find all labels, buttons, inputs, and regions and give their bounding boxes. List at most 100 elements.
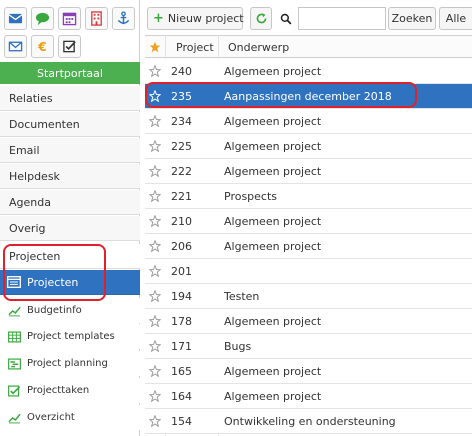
search-button[interactable]: Zoeken: [388, 7, 436, 30]
trend-icon: [8, 306, 21, 316]
cell-subject: Testen: [224, 289, 260, 303]
star-icon[interactable]: [149, 390, 161, 402]
table-row[interactable]: 154 Ontwikkeling en ondersteuning: [145, 409, 472, 434]
table-header: Project Onderwerp: [145, 35, 472, 58]
cell-project-number: 194: [171, 289, 192, 303]
nav-item-projecten-active[interactable]: Projecten: [0, 270, 140, 295]
cell-subject: Algemeen project: [224, 139, 322, 153]
cell-project-number: 234: [171, 114, 192, 128]
cell-project-number: 240: [171, 64, 192, 78]
table-row[interactable]: 171 Bugs: [145, 334, 472, 359]
table-row[interactable]: 210 Algemeen project: [145, 209, 472, 234]
star-icon[interactable]: [149, 265, 161, 277]
nav-item-email[interactable]: Email: [0, 138, 140, 163]
cell-project-number: 201: [171, 264, 192, 278]
sub-item-label: Overzicht: [27, 412, 75, 423]
sub-item-label: Budgetinfo: [27, 305, 82, 316]
cell-subject: Algemeen project: [224, 364, 322, 378]
cell-subject: Ontwikkeling en ondersteuning: [224, 414, 396, 428]
new-project-button[interactable]: + Nieuw project: [147, 7, 244, 30]
cell-project-number: 171: [171, 339, 192, 353]
search-icon: [276, 7, 296, 30]
cell-subject: Prospects: [224, 189, 278, 203]
sub-item-projecttaken[interactable]: Projecttaken: [0, 378, 140, 403]
table-row[interactable]: 240 Algemeen project: [145, 59, 472, 84]
cell-project-number: 165: [171, 364, 192, 378]
star-icon[interactable]: [149, 215, 161, 227]
nav-item-relaties[interactable]: Relaties: [0, 86, 140, 111]
refresh-button[interactable]: [250, 7, 272, 30]
cell-project-number: 206: [171, 239, 192, 253]
table-row[interactable]: 222 Algemeen project: [145, 159, 472, 184]
nav-item-agenda[interactable]: Agenda: [0, 190, 140, 215]
sub-item-label: Projecttaken: [27, 385, 90, 396]
cell-project-number: 210: [171, 214, 192, 228]
building-icon[interactable]: [85, 7, 108, 30]
star-icon[interactable]: [149, 365, 161, 377]
calendar-icon[interactable]: [58, 7, 81, 30]
star-icon[interactable]: [149, 165, 161, 177]
table-row[interactable]: 164 Algemeen project: [145, 384, 472, 409]
refresh-icon: [256, 13, 266, 24]
startportaal-button[interactable]: Startportaal: [0, 62, 140, 84]
star-icon[interactable]: [149, 240, 161, 252]
nav-section-projecten[interactable]: Projecten: [0, 244, 140, 269]
cell-subject: Aanpassingen december 2018: [224, 89, 392, 103]
cell-project-number: 225: [171, 139, 192, 153]
star-icon[interactable]: [149, 415, 161, 427]
sub-item-project-templates[interactable]: Project templates: [0, 324, 140, 349]
cell-project-number: 164: [171, 389, 192, 403]
sub-item-overzicht[interactable]: Overzicht: [0, 405, 140, 430]
mail-icon[interactable]: [4, 7, 27, 30]
sub-item-project-planning[interactable]: Project planning: [0, 351, 140, 376]
table-icon: [8, 330, 21, 343]
star-icon[interactable]: [149, 115, 161, 127]
all-button[interactable]: Alle: [439, 7, 472, 30]
table-row[interactable]: 201: [145, 259, 472, 284]
chat-icon[interactable]: [31, 7, 54, 30]
column-header-subject[interactable]: Onderwerp: [228, 36, 289, 58]
nav-item-helpdesk[interactable]: Helpdesk: [0, 164, 140, 189]
table-row[interactable]: 165 Algemeen project: [145, 359, 472, 384]
sidebar: € Startportaal Relaties Documenten Email…: [0, 0, 140, 436]
star-icon[interactable]: [149, 290, 161, 302]
favorite-column-icon[interactable]: [149, 36, 161, 58]
column-header-project[interactable]: Project: [176, 36, 214, 58]
cell-subject: Algemeen project: [224, 389, 322, 403]
cell-subject: Algemeen project: [224, 239, 322, 253]
euro-icon[interactable]: €: [31, 35, 54, 58]
table-row[interactable]: 194 Testen: [145, 284, 472, 309]
sub-item-label: Project planning: [27, 358, 108, 369]
envelope-icon[interactable]: [4, 35, 27, 58]
table-row[interactable]: 206 Algemeen project: [145, 234, 472, 259]
star-icon[interactable]: [149, 315, 161, 327]
cell-subject: Algemeen project: [224, 114, 322, 128]
nav-item-overig[interactable]: Overig: [0, 216, 140, 241]
sub-item-label: Project templates: [27, 331, 115, 342]
table-row[interactable]: 234 Algemeen project: [145, 109, 472, 134]
star-icon[interactable]: [149, 90, 161, 102]
table-row[interactable]: 225 Algemeen project: [145, 134, 472, 159]
sub-item-budgetinfo[interactable]: Budgetinfo: [0, 298, 140, 323]
trend-icon: [8, 413, 21, 423]
star-icon[interactable]: [149, 140, 161, 152]
table-row[interactable]: 235 Aanpassingen december 2018: [145, 84, 472, 109]
new-project-label: Nieuw project: [167, 12, 244, 25]
star-icon[interactable]: [149, 65, 161, 77]
anchor-icon[interactable]: [112, 7, 135, 30]
cell-project-number: 221: [171, 189, 192, 203]
checkbox-icon[interactable]: [58, 35, 81, 58]
svg-text:€: €: [37, 40, 46, 54]
planning-icon: [8, 357, 21, 370]
nav-item-documenten[interactable]: Documenten: [0, 112, 140, 137]
cell-subject: Algemeen project: [224, 314, 322, 328]
cell-project-number: 235: [171, 89, 192, 103]
table-row[interactable]: 178 Algemeen project: [145, 309, 472, 334]
cell-subject: Algemeen project: [224, 164, 322, 178]
star-icon[interactable]: [149, 340, 161, 352]
check-icon: [8, 384, 21, 397]
window-icon: [7, 276, 21, 288]
search-input[interactable]: [298, 7, 386, 30]
table-row[interactable]: 221 Prospects: [145, 184, 472, 209]
star-icon[interactable]: [149, 190, 161, 202]
